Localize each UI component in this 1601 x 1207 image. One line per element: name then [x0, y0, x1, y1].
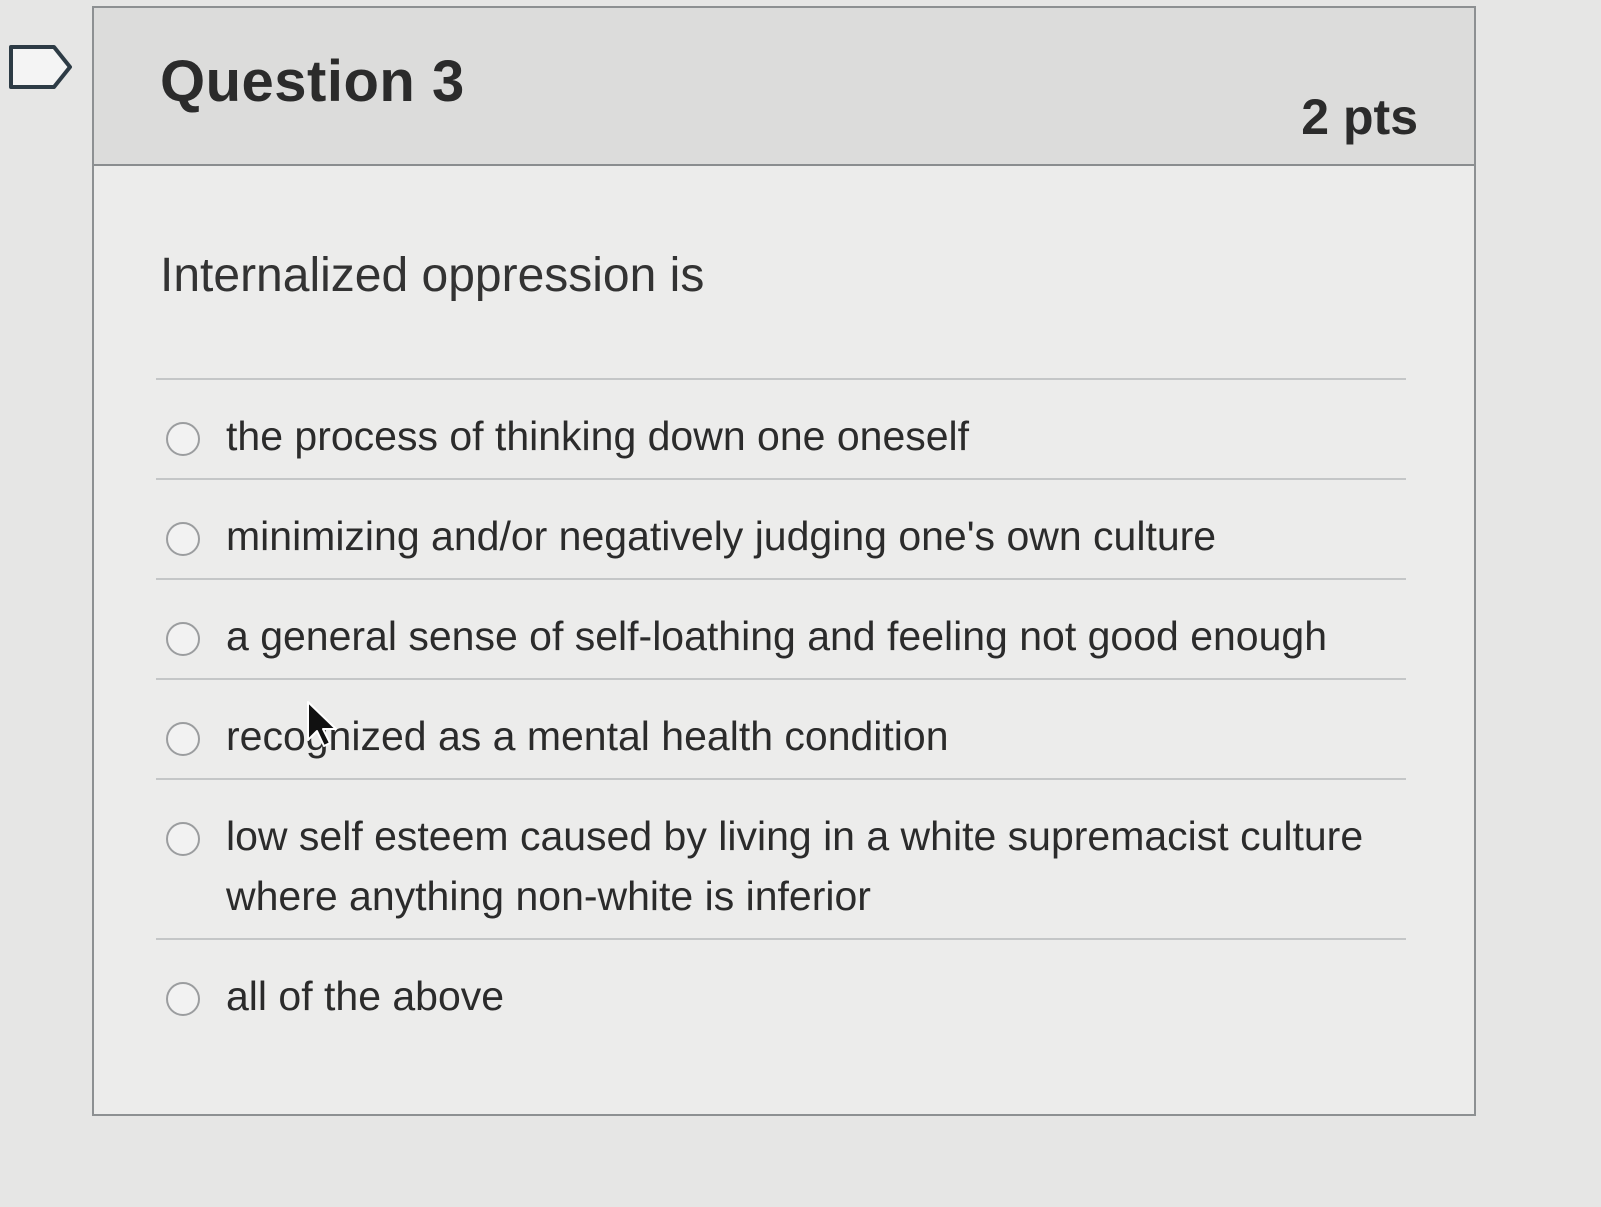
question-points: 2 pts: [1301, 89, 1418, 145]
answer-option[interactable]: recognized as a mental health condition: [156, 678, 1406, 778]
answer-label[interactable]: a general sense of self-loathing and fee…: [226, 606, 1327, 666]
answer-option[interactable]: low self esteem caused by living in a wh…: [156, 778, 1406, 938]
answer-label[interactable]: all of the above: [226, 966, 504, 1026]
radio-button[interactable]: [166, 522, 200, 556]
answer-label[interactable]: minimizing and/or negatively judging one…: [226, 506, 1216, 566]
answer-label[interactable]: the process of thinking down one oneself: [226, 406, 969, 466]
question-text: Internalized oppression is: [160, 249, 705, 302]
question-title: Question 3: [160, 49, 465, 114]
radio-button[interactable]: [166, 982, 200, 1016]
answer-option[interactable]: all of the above: [156, 938, 1406, 1048]
radio-button[interactable]: [166, 422, 200, 456]
radio-button[interactable]: [166, 822, 200, 856]
answer-label[interactable]: low self esteem caused by living in a wh…: [226, 806, 1406, 926]
answer-list: the process of thinking down one oneself…: [156, 378, 1406, 1048]
answer-option[interactable]: the process of thinking down one oneself: [156, 378, 1406, 478]
question-header: Question 3 2 pts: [94, 8, 1474, 166]
flag-question-icon[interactable]: [8, 44, 74, 90]
answer-option[interactable]: a general sense of self-loathing and fee…: [156, 578, 1406, 678]
answer-option[interactable]: minimizing and/or negatively judging one…: [156, 478, 1406, 578]
question-card: Question 3 2 pts Internalized oppression…: [92, 6, 1476, 1116]
radio-button[interactable]: [166, 622, 200, 656]
radio-button[interactable]: [166, 722, 200, 756]
mouse-pointer-icon: [306, 700, 340, 748]
